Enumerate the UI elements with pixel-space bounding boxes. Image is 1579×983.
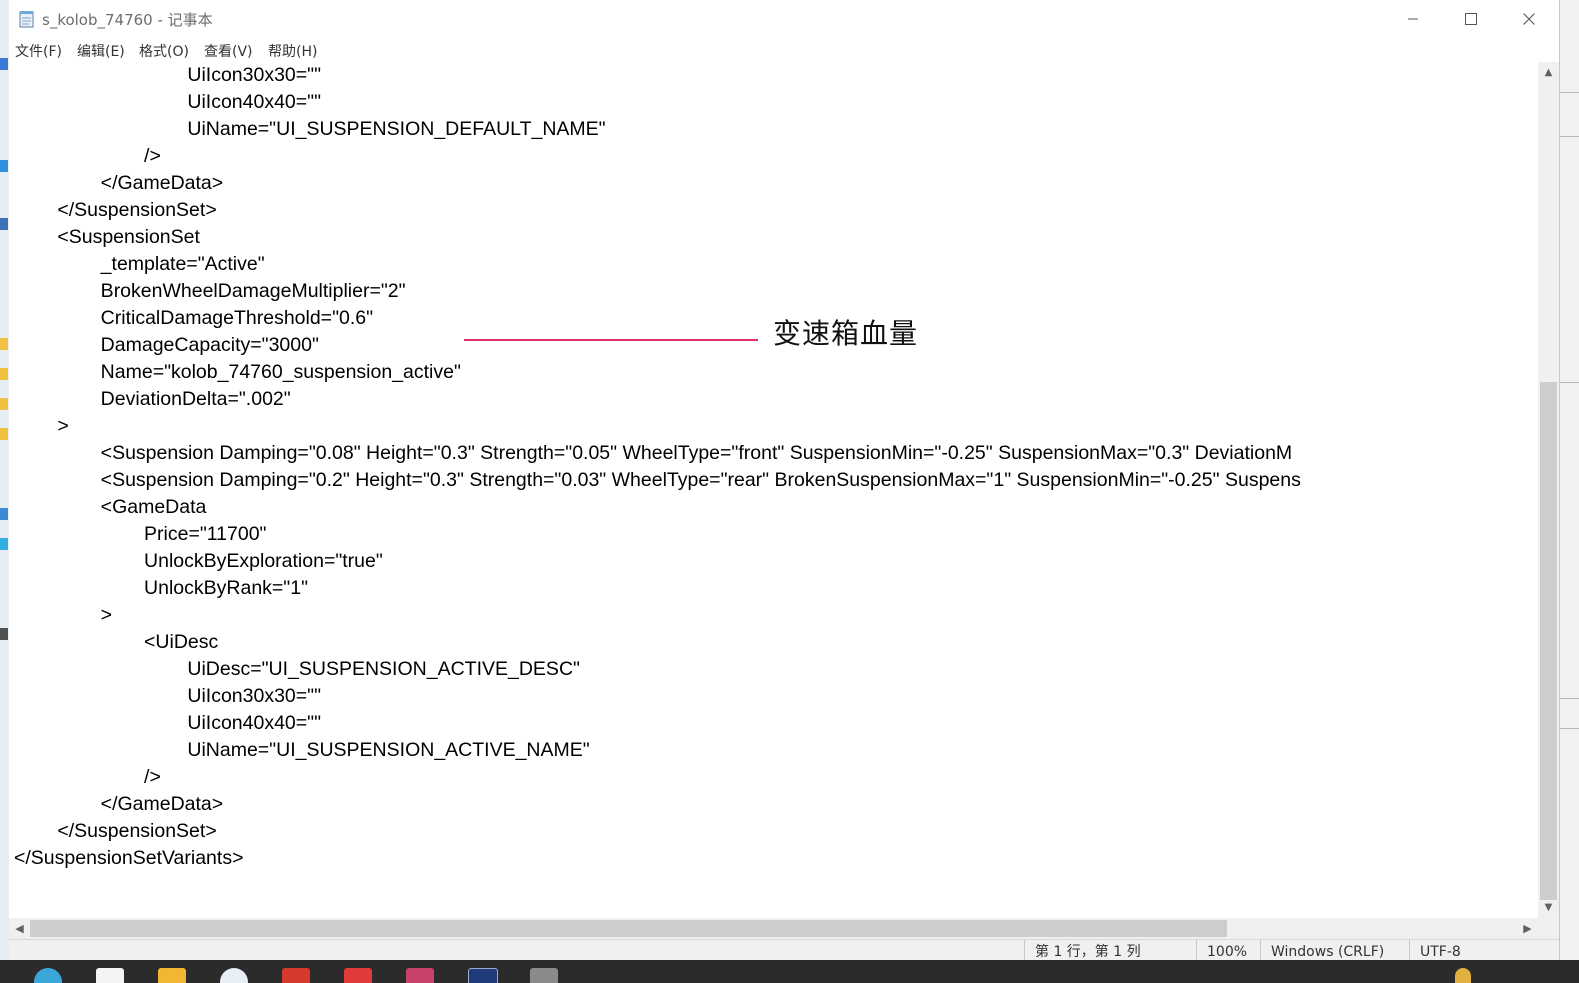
menu-bar: 文件(F) 编辑(E) 格式(O) 查看(V) 帮助(H) xyxy=(9,38,1559,62)
text-line: UiIcon40x40="" xyxy=(14,91,322,113)
text-editor[interactable]: UiIcon30x30="" UiIcon40x40="" UiName="UI… xyxy=(9,62,1538,918)
text-line: DamageCapacity="3000" xyxy=(14,334,319,356)
cursor-position: 第 1 行，第 1 列 xyxy=(1024,940,1196,961)
notepad-window: s_kolob_74760 - 记事本 文件(F) 编辑(E) 格式(O) 查看… xyxy=(9,0,1559,961)
notepad-task-icon[interactable] xyxy=(96,968,124,983)
divider xyxy=(1560,728,1579,729)
text-line: </SuspensionSet> xyxy=(14,199,217,221)
app-icon[interactable] xyxy=(282,968,310,983)
app-icon[interactable] xyxy=(406,968,434,983)
text-line: </GameData> xyxy=(14,793,224,815)
text-line: _template="Active" xyxy=(14,253,265,275)
scroll-right-arrow-icon[interactable]: ▶ xyxy=(1517,918,1538,939)
close-icon xyxy=(1523,13,1535,25)
text-line: /> xyxy=(14,145,161,167)
desktop-right-strip xyxy=(1559,0,1579,960)
desktop-icon xyxy=(0,58,8,70)
scroll-down-arrow-icon[interactable]: ▼ xyxy=(1538,897,1559,918)
close-button[interactable] xyxy=(1500,0,1558,38)
divider xyxy=(1560,136,1579,137)
text-line: </SuspensionSet> xyxy=(14,820,217,842)
folder-icon xyxy=(0,398,8,410)
menu-format[interactable]: 格式(O) xyxy=(139,41,189,61)
desktop-icon xyxy=(0,628,8,640)
folder-icon xyxy=(0,428,8,440)
text-line: UiName="UI_SUSPENSION_DEFAULT_NAME" xyxy=(14,118,606,140)
minimize-icon xyxy=(1408,18,1418,20)
app-icon[interactable] xyxy=(344,968,372,983)
text-line: BrokenWheelDamageMultiplier="2" xyxy=(14,280,406,302)
divider xyxy=(1560,698,1579,699)
line-ending: Windows (CRLF) xyxy=(1260,940,1409,961)
browser-icon[interactable] xyxy=(34,968,62,983)
taskbar xyxy=(0,960,1579,983)
divider xyxy=(1560,92,1579,93)
maximize-icon xyxy=(1465,13,1477,25)
status-bar: 第 1 行，第 1 列 100% Windows (CRLF) UTF-8 xyxy=(9,939,1559,961)
vertical-scrollbar[interactable]: ▲ ▼ xyxy=(1538,62,1559,918)
text-line: </GameData> xyxy=(14,172,224,194)
text-line: UiName="UI_SUSPENSION_ACTIVE_NAME" xyxy=(14,739,590,761)
text-line: UiIcon30x30="" xyxy=(14,64,322,86)
text-line: Name="kolob_74760_suspension_active" xyxy=(14,361,461,383)
scroll-up-arrow-icon[interactable]: ▲ xyxy=(1538,62,1559,83)
desktop-icon xyxy=(0,160,8,172)
text-line: Price="11700" xyxy=(14,523,267,545)
annotation-label: 变速箱血量 xyxy=(773,317,919,350)
folder-icon xyxy=(0,338,8,350)
maximize-button[interactable] xyxy=(1442,0,1500,38)
text-line: UiDesc="UI_SUSPENSION_ACTIVE_DESC" xyxy=(14,658,580,680)
scrollbar-corner xyxy=(1538,918,1559,939)
horizontal-scrollbar[interactable]: ◀ ▶ xyxy=(9,918,1538,939)
text-line: UnlockByExploration="true" xyxy=(14,550,383,572)
app-icon[interactable] xyxy=(220,968,248,983)
text-line: <Suspension Damping="0.2" Height="0.3" S… xyxy=(14,469,1301,491)
annotation-underline xyxy=(464,339,758,341)
text-line: <SuspensionSet xyxy=(14,226,200,248)
text-line: > xyxy=(14,604,113,626)
text-line: UnlockByRank="1" xyxy=(14,577,308,599)
vertical-scroll-thumb[interactable] xyxy=(1540,382,1557,900)
text-line: CriticalDamageThreshold="0.6" xyxy=(14,307,374,329)
menu-edit[interactable]: 编辑(E) xyxy=(77,41,125,61)
window-title: s_kolob_74760 - 记事本 xyxy=(42,11,213,29)
app-icon[interactable] xyxy=(468,968,498,983)
desktop-icon xyxy=(0,508,8,520)
scroll-left-arrow-icon[interactable]: ◀ xyxy=(9,918,30,939)
app-icon[interactable] xyxy=(530,968,558,983)
text-line: DeviationDelta=".002" xyxy=(14,388,291,410)
text-line: UiIcon30x30="" xyxy=(14,685,322,707)
notepad-icon xyxy=(19,11,34,28)
zoom-level: 100% xyxy=(1196,940,1260,961)
text-line: /> xyxy=(14,766,161,788)
folder-icon xyxy=(0,368,8,380)
text-line: > xyxy=(14,415,69,437)
menu-view[interactable]: 查看(V) xyxy=(204,41,253,61)
divider xyxy=(1560,382,1579,383)
tray-icon[interactable] xyxy=(1455,968,1471,983)
title-bar[interactable]: s_kolob_74760 - 记事本 xyxy=(9,0,1559,38)
text-line: <Suspension Damping="0.08" Height="0.3" … xyxy=(14,442,1293,464)
horizontal-scroll-thumb[interactable] xyxy=(30,920,1227,937)
text-line: UiIcon40x40="" xyxy=(14,712,322,734)
encoding: UTF-8 xyxy=(1409,940,1559,961)
menu-help[interactable]: 帮助(H) xyxy=(268,41,317,61)
desktop-icon xyxy=(0,538,8,550)
text-line: <UiDesc xyxy=(14,631,219,653)
folder-icon[interactable] xyxy=(158,968,186,983)
text-line: </SuspensionSetVariants> xyxy=(14,847,244,869)
text-line: <GameData xyxy=(14,496,207,518)
desktop-icon xyxy=(0,218,8,230)
screen: s_kolob_74760 - 记事本 文件(F) 编辑(E) 格式(O) 查看… xyxy=(0,0,1579,983)
minimize-button[interactable] xyxy=(1384,0,1442,38)
menu-file[interactable]: 文件(F) xyxy=(15,41,62,61)
